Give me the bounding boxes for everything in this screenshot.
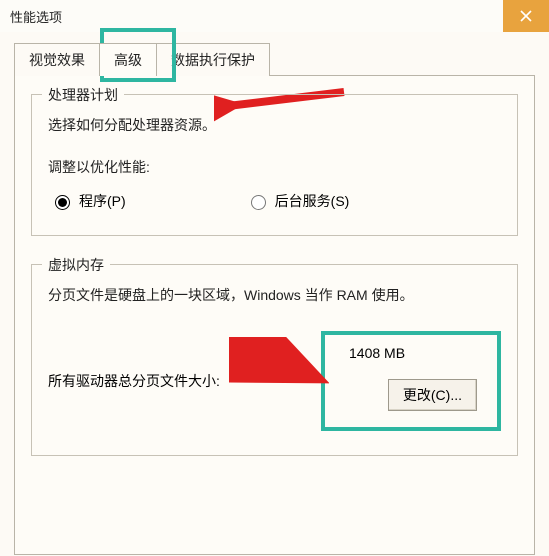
adjust-label: 调整以优化性能: <box>48 157 501 177</box>
group-processor-scheduling: 处理器计划 选择如何分配处理器资源。 调整以优化性能: 程序(P) 后台服务(S… <box>31 94 518 236</box>
titlebar: 性能选项 <box>0 0 549 32</box>
group-virtual-memory: 虚拟内存 分页文件是硬盘上的一块区域，Windows 当作 RAM 使用。 所有… <box>31 264 518 456</box>
radio-programs-label: 程序(P) <box>79 191 126 211</box>
close-icon <box>520 10 532 22</box>
tabs-row: 视觉效果 高级 数据执行保护 <box>14 42 535 75</box>
radio-row: 程序(P) 后台服务(S) <box>48 191 501 211</box>
annotation-highlight-value: 1408 MB 更改(C)... <box>321 331 501 431</box>
vm-total-value: 1408 MB <box>345 345 477 361</box>
tab-advanced[interactable]: 高级 <box>99 43 157 76</box>
radio-background[interactable]: 后台服务(S) <box>246 191 350 211</box>
close-button[interactable] <box>503 0 549 32</box>
radio-background-label: 后台服务(S) <box>275 191 350 211</box>
radio-programs-input[interactable] <box>55 195 70 210</box>
vm-desc: 分页文件是硬盘上的一块区域，Windows 当作 RAM 使用。 <box>48 285 501 305</box>
annotation-arrow-icon <box>229 337 329 397</box>
group-title-vm: 虚拟内存 <box>42 255 110 275</box>
client-area: 视觉效果 高级 数据执行保护 处理器计划 选择如何分配处理器资源。 调整以优化性… <box>0 32 549 556</box>
vm-total-row: 所有驱动器总分页文件大小: 1408 MB 更改(C)... <box>48 331 501 431</box>
change-button[interactable]: 更改(C)... <box>388 379 477 411</box>
processor-desc: 选择如何分配处理器资源。 <box>48 115 501 135</box>
performance-options-window: 性能选项 视觉效果 高级 数据执行保护 <box>0 0 549 556</box>
tab-dep[interactable]: 数据执行保护 <box>156 43 270 76</box>
group-title-processor: 处理器计划 <box>42 85 124 105</box>
tab-visual-effects[interactable]: 视觉效果 <box>14 43 100 76</box>
window-title: 性能选项 <box>10 7 503 26</box>
radio-programs[interactable]: 程序(P) <box>50 191 126 211</box>
tab-page-advanced: 处理器计划 选择如何分配处理器资源。 调整以优化性能: 程序(P) 后台服务(S… <box>14 75 535 555</box>
vm-total-label: 所有驱动器总分页文件大小: <box>48 371 220 391</box>
radio-background-input[interactable] <box>251 195 266 210</box>
